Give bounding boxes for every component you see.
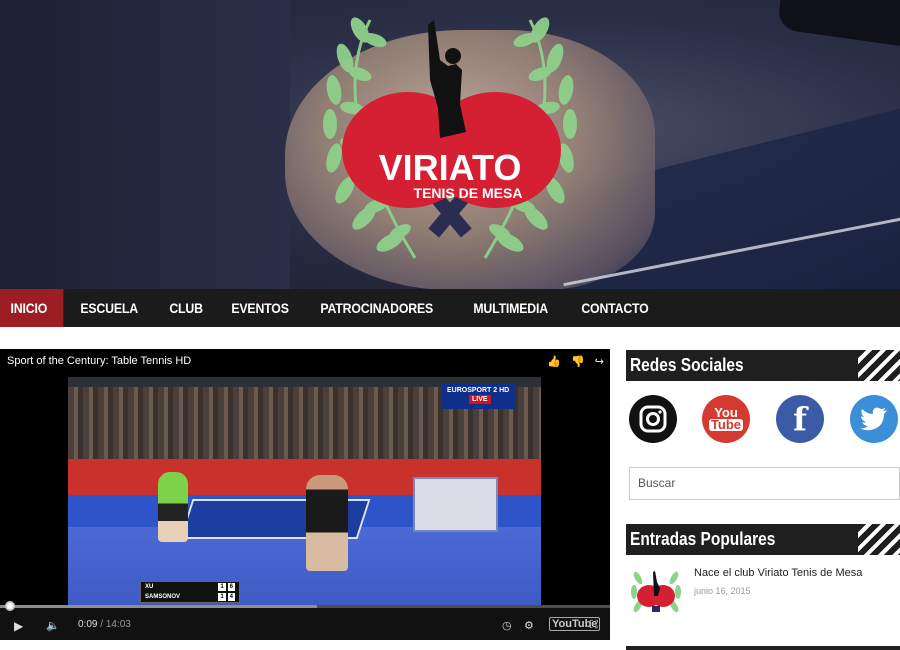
umpire-desk — [413, 477, 498, 532]
settings-icon[interactable]: ⚙ — [524, 619, 534, 632]
video-controls: ▶ 🔈 0:09 / 14:03 ◷ ⚙ YouTube ⛶ — [0, 601, 610, 640]
video-player[interactable]: EUROSPORT 2 HD LIVE XU 1 6 SAMSONOV 1 4 Spor… — [0, 349, 610, 640]
player-right — [306, 475, 348, 571]
nav-item-patrocinadores[interactable]: PATROCINADORES — [308, 289, 445, 327]
header-banner: VIRIATO TENIS DE MESA — [0, 0, 900, 289]
share-icon[interactable]: ↪ — [595, 355, 604, 368]
score-name-1: XU — [145, 584, 154, 590]
logo-title: VIRIATO — [379, 147, 522, 188]
youtube-tube: Tube — [708, 417, 744, 432]
nav-item-inicio[interactable]: INICIO — [0, 289, 64, 327]
facebook-letter: f — [793, 400, 807, 438]
scrubber-handle[interactable] — [5, 601, 16, 611]
post-date: junio 16, 2015 — [694, 586, 751, 596]
popular-title-text: Entradas Populares — [630, 529, 776, 549]
channel-name: EUROSPORT 2 HD — [447, 387, 510, 394]
video-actions: 👍 👎 ↪ — [547, 355, 604, 368]
social-title-text: Redes Sociales — [630, 355, 744, 375]
video-frame[interactable]: EUROSPORT 2 HD LIVE XU 1 6 SAMSONOV 1 4 — [68, 377, 541, 613]
dislike-icon[interactable]: 👎 — [571, 355, 585, 368]
player-left — [158, 472, 188, 542]
facebook-icon[interactable]: f — [776, 395, 824, 443]
youtube-icon[interactable]: You Tube — [702, 395, 750, 443]
logo-tagline: TENIS DE MESA — [414, 185, 523, 201]
title-stripes — [858, 350, 900, 381]
progress-bar[interactable] — [0, 601, 610, 611]
buffer-bar — [0, 605, 318, 608]
title-stripes — [858, 524, 900, 555]
score-points-2: 4 — [227, 593, 235, 601]
arena-floor — [68, 527, 541, 613]
score-sets-1: 1 — [218, 583, 226, 591]
social-widget-title: Redes Sociales — [626, 350, 900, 381]
score-name-2: SAMSONOV — [145, 594, 181, 600]
nav-item-club[interactable]: CLUB — [157, 289, 215, 327]
instagram-icon[interactable] — [629, 395, 677, 443]
nav-item-contacto[interactable]: CONTACTO — [569, 289, 661, 327]
time-separator: / — [100, 619, 104, 630]
play-icon[interactable]: ▶ — [14, 619, 23, 633]
clock-icon[interactable]: ◷ — [502, 619, 512, 632]
background-shade — [0, 0, 290, 289]
post-thumbnail[interactable] — [626, 566, 686, 624]
nav-item-escuela[interactable]: ESCUELA — [68, 289, 150, 327]
duration: 14:03 — [105, 619, 131, 630]
widget-divider — [626, 646, 900, 650]
channel-logo: EUROSPORT 2 HD LIVE — [442, 383, 516, 409]
like-icon[interactable]: 👍 — [547, 355, 561, 368]
scoreboard: XU 1 6 SAMSONOV 1 4 — [140, 581, 240, 603]
main-nav: INICIO ESCUELA CLUB EVENTOS PATROCINADOR… — [0, 289, 900, 327]
volume-icon[interactable]: 🔈 — [46, 619, 60, 632]
background-sleeve — [776, 0, 900, 51]
post-title-link[interactable]: Nace el club Viriato Tenis de Mesa — [694, 567, 862, 579]
score-points-1: 6 — [227, 583, 235, 591]
current-time: 0:09 — [78, 619, 98, 630]
score-sets-2: 1 — [218, 593, 226, 601]
popular-widget-title: Entradas Populares — [626, 524, 900, 555]
site-logo[interactable]: VIRIATO TENIS DE MESA — [290, 0, 610, 289]
time-display: 0:09 / 14:03 — [78, 619, 131, 630]
live-badge: LIVE — [469, 395, 491, 404]
twitter-icon[interactable] — [850, 395, 898, 443]
search-input[interactable]: Buscar — [629, 467, 900, 500]
nav-item-eventos[interactable]: EVENTOS — [219, 289, 301, 327]
nav-item-multimedia[interactable]: MULTIMEDIA — [461, 289, 560, 327]
fullscreen-icon[interactable]: ⛶ — [590, 619, 598, 632]
video-title[interactable]: Sport of the Century: Table Tennis HD — [7, 355, 191, 367]
